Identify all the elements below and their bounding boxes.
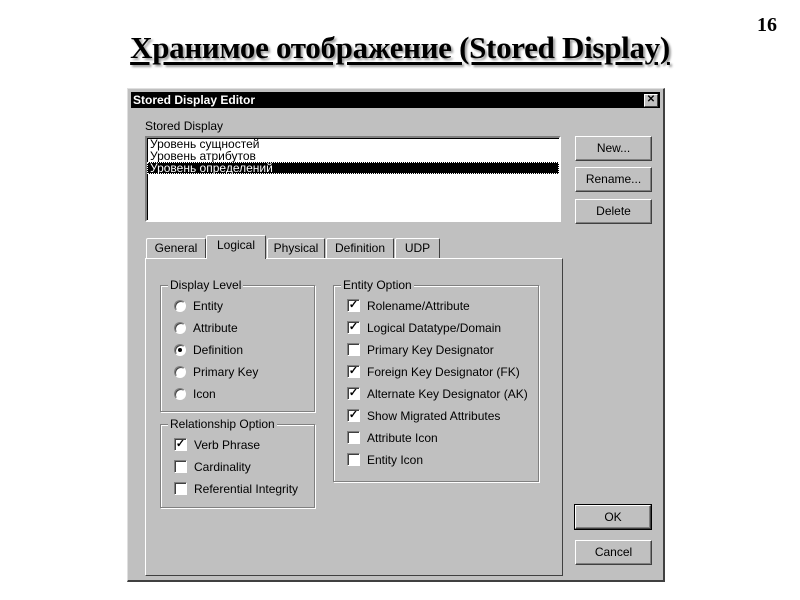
slide-title: Хранимое отображение (Stored Display) bbox=[130, 30, 670, 65]
option-label: Alternate Key Designator (AK) bbox=[367, 387, 528, 401]
radio-primary-key[interactable]: Primary Key bbox=[174, 364, 258, 380]
checkbox-verb-phrase[interactable]: ✓ Verb Phrase bbox=[174, 437, 260, 453]
entity-option-group: Entity Option ✓ Rolename/Attribute ✓ Logic… bbox=[333, 278, 539, 482]
tab-udp[interactable]: UDP bbox=[395, 238, 440, 258]
tab-definition[interactable]: Definition bbox=[326, 238, 394, 258]
option-label: Entity bbox=[193, 299, 224, 313]
checkbox-foreign-key-designator[interactable]: ✓ Foreign Key Designator (FK) bbox=[347, 364, 520, 380]
option-label: Logical Datatype/Domain bbox=[367, 321, 502, 335]
tab-logical[interactable]: Logical bbox=[206, 235, 266, 259]
logical-tab-panel: Display Level Entity Attribute Definitio… bbox=[145, 258, 563, 576]
ok-button[interactable]: OK bbox=[574, 504, 652, 530]
cancel-button[interactable]: Cancel bbox=[575, 540, 652, 565]
checkbox-icon bbox=[174, 460, 187, 474]
checkbox-checked-icon: ✓ bbox=[347, 365, 360, 379]
checkbox-entity-icon[interactable]: Entity Icon bbox=[347, 452, 423, 468]
option-label: Primary Key bbox=[193, 365, 259, 379]
checkbox-icon bbox=[347, 431, 360, 445]
checkbox-checked-icon: ✓ bbox=[347, 321, 360, 335]
checkbox-icon bbox=[347, 343, 360, 357]
list-item-selected[interactable]: Уровень определений bbox=[147, 162, 559, 174]
relationship-option-group: Relationship Option ✓ Verb Phrase Cardina… bbox=[160, 417, 315, 508]
radio-entity[interactable]: Entity bbox=[174, 298, 223, 314]
radio-icon bbox=[174, 321, 186, 334]
close-button[interactable]: ✕ bbox=[644, 94, 658, 107]
checkbox-checked-icon: ✓ bbox=[347, 299, 360, 313]
stored-display-list[interactable]: Уровень сущностей Уровень атрибутов Уров… bbox=[145, 136, 561, 222]
close-icon: ✕ bbox=[646, 94, 656, 105]
radio-selected-icon bbox=[174, 343, 186, 356]
option-label: Icon bbox=[193, 387, 216, 401]
relationship-option-title: Relationship Option bbox=[168, 417, 277, 431]
tab-physical[interactable]: Physical bbox=[267, 238, 325, 258]
new-button[interactable]: New... bbox=[575, 136, 652, 161]
dialog-title: Stored Display Editor bbox=[133, 93, 256, 107]
checkbox-rolename-attribute[interactable]: ✓ Rolename/Attribute bbox=[347, 298, 470, 314]
checkbox-checked-icon: ✓ bbox=[347, 409, 360, 423]
checkbox-cardinality[interactable]: Cardinality bbox=[174, 459, 251, 475]
tab-general[interactable]: General bbox=[146, 238, 206, 258]
option-label: Verb Phrase bbox=[194, 438, 261, 452]
option-label: Primary Key Designator bbox=[367, 343, 494, 357]
option-label: Entity Icon bbox=[367, 453, 424, 467]
rename-button[interactable]: Rename... bbox=[575, 167, 652, 192]
delete-button[interactable]: Delete bbox=[575, 199, 652, 224]
checkbox-checked-icon: ✓ bbox=[174, 438, 187, 452]
checkbox-show-migrated-attributes[interactable]: ✓ Show Migrated Attributes bbox=[347, 408, 500, 424]
option-label: Rolename/Attribute bbox=[367, 299, 470, 313]
checkbox-referential-integrity[interactable]: Referential Integrity bbox=[174, 481, 298, 497]
radio-icon bbox=[174, 387, 186, 400]
checkbox-primary-key-designator[interactable]: Primary Key Designator bbox=[347, 342, 494, 358]
dialog-titlebar[interactable]: Stored Display Editor ✕ bbox=[131, 92, 660, 108]
checkbox-logical-datatype[interactable]: ✓ Logical Datatype/Domain bbox=[347, 320, 501, 336]
option-label: Definition bbox=[193, 343, 244, 357]
option-label: Attribute bbox=[193, 321, 238, 335]
display-level-group: Display Level Entity Attribute Definitio… bbox=[160, 278, 315, 412]
radio-icon-option[interactable]: Icon bbox=[174, 386, 216, 402]
option-label: Show Migrated Attributes bbox=[367, 409, 501, 423]
stored-display-label: Stored Display bbox=[145, 119, 224, 133]
option-label: Cardinality bbox=[194, 460, 251, 474]
checkbox-icon bbox=[174, 482, 187, 496]
radio-icon bbox=[174, 299, 186, 312]
radio-definition[interactable]: Definition bbox=[174, 342, 243, 358]
checkbox-icon bbox=[347, 453, 360, 467]
entity-option-title: Entity Option bbox=[341, 278, 414, 292]
radio-attribute[interactable]: Attribute bbox=[174, 320, 238, 336]
checkbox-checked-icon: ✓ bbox=[347, 387, 360, 401]
option-label: Attribute Icon bbox=[367, 431, 438, 445]
radio-icon bbox=[174, 365, 186, 378]
checkbox-attribute-icon[interactable]: Attribute Icon bbox=[347, 430, 438, 446]
option-label: Foreign Key Designator (FK) bbox=[367, 365, 520, 379]
option-label: Referential Integrity bbox=[194, 482, 299, 496]
display-level-title: Display Level bbox=[168, 278, 244, 292]
stored-display-editor-dialog: Stored Display Editor ✕ Stored Display У… bbox=[127, 88, 665, 582]
checkbox-alternate-key-designator[interactable]: ✓ Alternate Key Designator (AK) bbox=[347, 386, 528, 402]
